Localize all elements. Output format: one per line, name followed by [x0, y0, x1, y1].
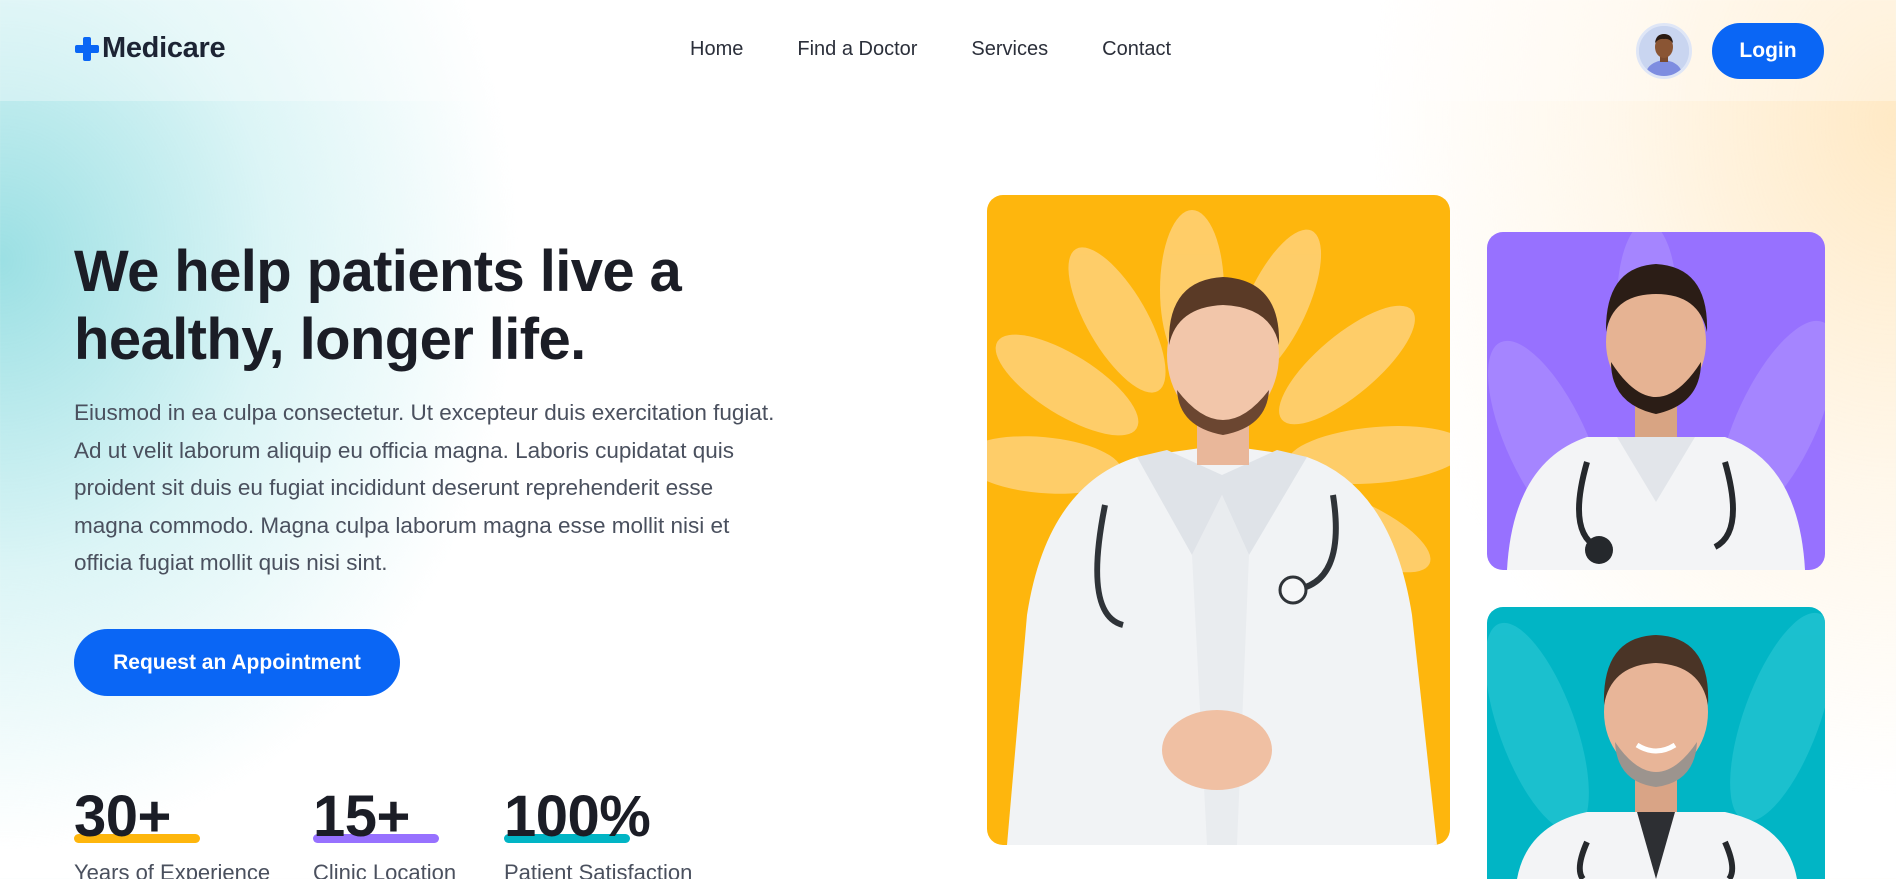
nav-link-home[interactable]: Home [690, 38, 743, 61]
request-appointment-button[interactable]: Request an Appointment [74, 629, 400, 696]
doctor-photo [987, 210, 1450, 845]
hero-description: Eiusmod in ea culpa consectetur. Ut exce… [74, 400, 775, 575]
stat-label: Years of Experience [74, 860, 271, 879]
doctor-photo [1488, 232, 1825, 570]
stat-value: 100% [504, 784, 651, 849]
stat-experience: 30+ Years of Experience [74, 782, 270, 879]
doctor-card-2 [1487, 232, 1825, 570]
stat-satisfaction: 100% Patient Satisfaction [504, 782, 692, 879]
nav-link-find-a-doctor[interactable]: Find a Doctor [797, 38, 917, 61]
stat-clinics: 15+ Clinic Location [313, 782, 456, 879]
main-nav: Home Find a Doctor Services Contact [690, 38, 1171, 61]
hero-title: We help patients live a healthy, longer … [74, 239, 682, 372]
nav-link-services[interactable]: Services [971, 38, 1048, 61]
doctor-photo [1487, 612, 1825, 879]
stat-label: Patient Satisfaction [504, 860, 693, 879]
doctor-card-featured [987, 195, 1450, 845]
brand-name: Medicare [102, 32, 226, 64]
doctor-card-3 [1487, 607, 1825, 879]
user-avatar[interactable] [1636, 23, 1692, 79]
stat-label: Clinic Location [313, 860, 457, 879]
nav-link-contact[interactable]: Contact [1102, 38, 1171, 61]
stat-value: 15+ [313, 784, 410, 849]
login-button[interactable]: Login [1712, 23, 1824, 79]
top-navbar: Medicare Home Find a Doctor Services Con… [0, 0, 1896, 101]
stat-value: 30+ [74, 784, 171, 849]
medical-cross-icon [74, 36, 100, 62]
brand-logo[interactable]: Medicare [74, 32, 226, 65]
